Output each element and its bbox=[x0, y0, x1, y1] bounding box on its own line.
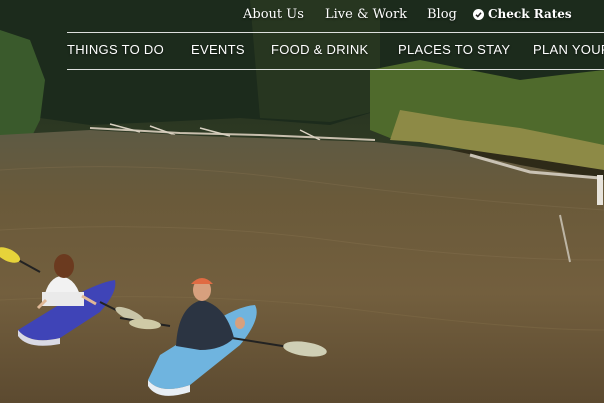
check-circle-icon bbox=[473, 8, 484, 20]
check-rates-button[interactable]: Check Rates bbox=[473, 7, 572, 21]
live-work-link[interactable]: Live & Work bbox=[325, 7, 407, 22]
utility-nav: About Us Live & Work Blog Check Rates bbox=[0, 0, 604, 30]
nav-divider-bottom bbox=[67, 69, 604, 70]
hero-image bbox=[0, 0, 604, 403]
check-rates-label: Check Rates bbox=[488, 7, 572, 21]
nav-events[interactable]: EVENTS bbox=[191, 42, 245, 57]
about-us-link[interactable]: About Us bbox=[243, 7, 304, 22]
main-nav: THINGS TO DO EVENTS FOOD & DRINK PLACES … bbox=[0, 42, 604, 60]
nav-food-drink[interactable]: FOOD & DRINK bbox=[271, 42, 369, 57]
nav-things-to-do[interactable]: THINGS TO DO bbox=[67, 42, 164, 57]
nav-places-to-stay[interactable]: PLACES TO STAY bbox=[398, 42, 510, 57]
nav-divider-top bbox=[67, 32, 604, 33]
nav-plan-your[interactable]: PLAN YOUR bbox=[533, 42, 604, 57]
blog-link[interactable]: Blog bbox=[427, 7, 457, 22]
